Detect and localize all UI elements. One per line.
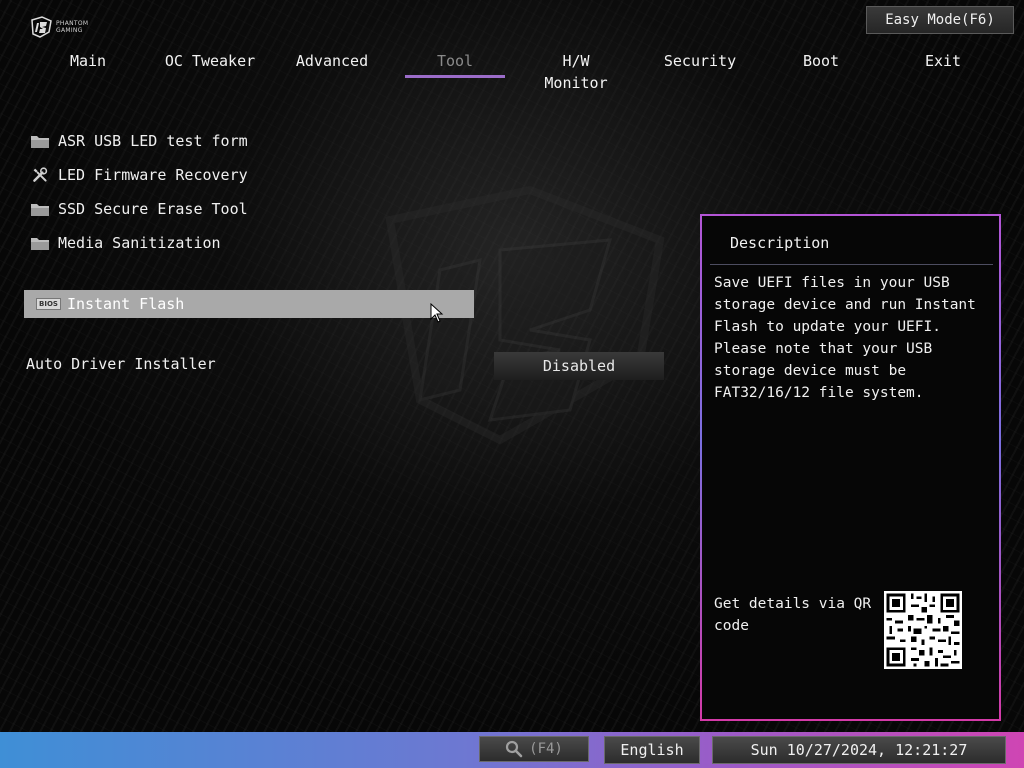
qr-code-icon (884, 591, 962, 669)
tab-security[interactable]: Security (652, 50, 748, 78)
logo-text: PHANTOM GAMING (56, 20, 88, 34)
logo-text-line1: PHANTOM (56, 20, 89, 27)
qr-caption: Get details via QR code (714, 596, 872, 634)
menu-item-asr-usb-led-test-form[interactable]: ASR USB LED test form (30, 128, 450, 154)
tools-icon (33, 167, 48, 182)
tab-main[interactable]: Main (40, 50, 136, 78)
folder-icon (31, 204, 49, 216)
auto-driver-installer-label: Auto Driver Installer (26, 355, 216, 373)
menu-item-media-sanitization[interactable]: Media Sanitization (30, 230, 450, 256)
folder-icon (31, 136, 49, 148)
tab-exit[interactable]: Exit (895, 50, 991, 78)
description-panel: Description Save UEFI files in your USB … (700, 214, 1001, 721)
menu-item-ssd-secure-erase-tool[interactable]: SSD Secure Erase Tool (30, 196, 450, 222)
search-button[interactable]: (F4) (479, 736, 589, 762)
menu-item-label: Media Sanitization (58, 234, 221, 252)
logo-text-line2: GAMING (56, 27, 83, 34)
search-shortcut-label: (F4) (529, 741, 563, 757)
language-button[interactable]: English (604, 736, 700, 764)
tab-advanced[interactable]: Advanced (284, 50, 380, 78)
description-body: Save UEFI files in your USB storage devi… (714, 275, 976, 401)
search-icon (506, 740, 523, 758)
main-tabs: Main OC Tweaker Advanced Tool H/W Monito… (28, 50, 991, 92)
menu-item-instant-flash[interactable]: BIOS Instant Flash (24, 290, 474, 318)
tab-hw-monitor[interactable]: H/W Monitor (528, 50, 624, 92)
easy-mode-button[interactable]: Easy Mode(F6) (866, 6, 1014, 34)
bios-chip-icon: BIOS (36, 298, 61, 310)
datetime-display[interactable]: Sun 10/27/2024, 12:21:27 (712, 736, 1006, 764)
folder-icon (31, 238, 49, 250)
description-title: Description (730, 234, 830, 252)
tab-oc-tweaker[interactable]: OC Tweaker (162, 50, 258, 78)
tab-boot[interactable]: Boot (773, 50, 869, 78)
mouse-pointer-icon (430, 303, 444, 323)
description-divider (710, 264, 993, 265)
menu-item-label: LED Firmware Recovery (58, 166, 248, 184)
menu-item-label: SSD Secure Erase Tool (58, 200, 248, 218)
status-bar: (F4) English Sun 10/27/2024, 12:21:27 (0, 732, 1024, 768)
auto-driver-installer-select[interactable]: Disabled (494, 352, 664, 380)
tab-tool[interactable]: Tool (405, 50, 505, 78)
brand-logo: PHANTOM GAMING (30, 16, 88, 38)
menu-item-label: Instant Flash (66, 295, 185, 313)
menu-item-led-firmware-recovery[interactable]: LED Firmware Recovery (30, 162, 450, 188)
phantom-gaming-logo-icon (31, 16, 52, 38)
menu-item-label: ASR USB LED test form (58, 132, 248, 150)
